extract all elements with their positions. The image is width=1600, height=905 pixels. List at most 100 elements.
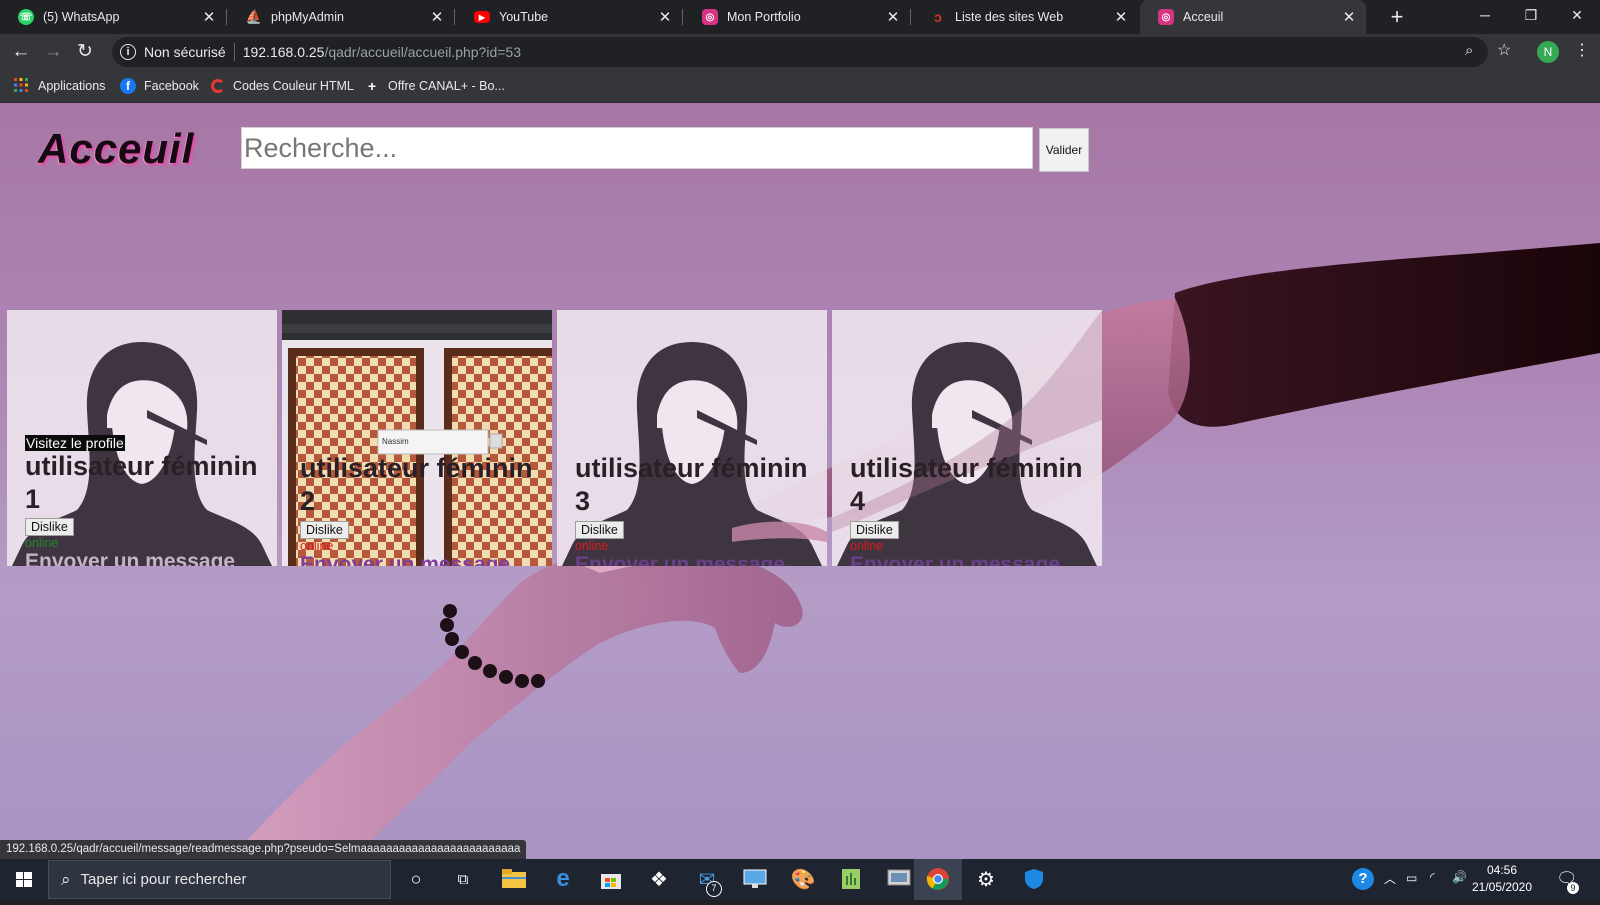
browser-toolbar: ← → ↻ i Non sécurisé 192.168.0.25/qadr/a… (0, 34, 1600, 70)
user-card-4[interactable]: utilisateur féminin 4 Dislike online Env… (832, 310, 1102, 566)
send-message-link[interactable]: Envoyer un message (575, 553, 785, 566)
tab-title: Acceuil (1183, 10, 1224, 24)
bookmark-star-icon[interactable]: ☆ (1497, 40, 1511, 60)
zoom-icon[interactable]: ⌕ (1465, 42, 1473, 59)
send-message-link[interactable]: Envoyer un message (300, 553, 510, 566)
cortana-icon[interactable]: ○ (403, 866, 429, 892)
new-tab-button[interactable]: + (1384, 4, 1410, 30)
dislike-button[interactable]: Dislike (300, 521, 349, 539)
chevron-up-icon[interactable]: ︿ (1384, 870, 1396, 887)
forward-button[interactable]: → (40, 39, 66, 65)
search-input[interactable]: Recherche... (241, 127, 1033, 169)
url-path[interactable]: /qadr/accueil/accueil.php?id=53 (324, 44, 521, 60)
user-name[interactable]: utilisateur féminin 1 (25, 450, 277, 516)
control-panel-icon[interactable] (886, 866, 912, 892)
clock-date: 21/05/2020 (1471, 880, 1533, 894)
tab-title: (5) WhatsApp (43, 10, 120, 24)
user-name[interactable]: utilisateur féminin 3 (575, 452, 827, 518)
online-status: online (25, 536, 59, 550)
wifi-icon[interactable]: ◜ (1430, 870, 1435, 884)
user-card-3[interactable]: utilisateur féminin 3 Dislike online Env… (557, 310, 827, 566)
close-icon[interactable]: ✕ (1338, 8, 1360, 26)
store-icon[interactable] (598, 866, 624, 892)
tab-separator (454, 9, 455, 25)
page-content: Acceuil Recherche... Valider Visitez le … (0, 103, 1600, 859)
phpmyadmin-icon: ⛵ (245, 9, 263, 24)
url-host[interactable]: 192.168.0.25 (243, 44, 325, 60)
bookmarks-bar: Applications f Facebook Codes Couleur HT… (0, 70, 1600, 103)
dropbox-icon[interactable]: ❖ (646, 866, 672, 892)
visit-profile-link[interactable]: Visitez le profile (25, 435, 125, 451)
tab-separator (910, 9, 911, 25)
back-button[interactable]: ← (8, 39, 34, 65)
paint-icon[interactable]: 🎨 (790, 866, 816, 892)
tab-phpmyadmin[interactable]: ⛵ phpMyAdmin ✕ (228, 0, 455, 34)
chess-popup-text: Nassim (382, 437, 409, 446)
tab-strip: ☏ (5) WhatsApp ✕ ⛵ phpMyAdmin ✕ ▶ YouTub… (0, 0, 1600, 34)
security-label[interactable]: Non sécurisé (144, 44, 226, 60)
send-message-link[interactable]: Envoyer un message (850, 553, 1060, 566)
chrome-icon[interactable] (925, 866, 951, 892)
accueil-icon: ◎ (1158, 9, 1174, 25)
search-icon: ⌕ (61, 869, 71, 889)
notes-app-icon[interactable] (838, 866, 864, 892)
submit-button[interactable]: Valider (1039, 128, 1089, 172)
bookmark-label: Codes Couleur HTML (233, 79, 354, 93)
minimize-button[interactable]: ─ (1462, 0, 1508, 32)
dislike-button[interactable]: Dislike (25, 518, 74, 536)
close-icon[interactable]: ✕ (1110, 8, 1132, 26)
bookmark-facebook[interactable]: f Facebook (120, 77, 199, 95)
facebook-icon: f (120, 78, 136, 94)
tab-youtube[interactable]: ▶ YouTube ✕ (456, 0, 683, 34)
windows-logo-icon (16, 872, 32, 887)
site-logo[interactable]: Acceuil (38, 125, 194, 173)
tab-acceuil[interactable]: ◎ Acceuil ✕ (1140, 0, 1366, 34)
tab-liste-sites[interactable]: ↄ Liste des sites Web ✕ (912, 0, 1138, 34)
menu-icon[interactable]: ⋮ (1574, 40, 1590, 60)
reload-button[interactable]: ↻ (72, 39, 98, 65)
battery-icon[interactable]: ▭ (1406, 871, 1417, 885)
tab-portfolio[interactable]: ◎ Mon Portfolio ✕ (684, 0, 911, 34)
start-button[interactable] (0, 859, 48, 900)
taskbar-clock[interactable]: 04:56 21/05/2020 (1462, 862, 1542, 896)
tab-title: Liste des sites Web (955, 10, 1064, 24)
remote-desktop-icon[interactable] (742, 866, 768, 892)
link-status-url: 192.168.0.25/qadr/accueil/message/readme… (0, 840, 527, 859)
bookmark-canal[interactable]: + Offre CANAL+ - Bo... (364, 77, 505, 95)
user-name[interactable]: utilisateur féminin 2 (300, 452, 552, 518)
restore-button[interactable]: ❐ (1508, 0, 1554, 32)
close-icon[interactable]: ✕ (198, 8, 220, 26)
task-view-icon[interactable]: ⧉ (450, 866, 476, 892)
close-icon[interactable]: ✕ (654, 8, 676, 26)
info-icon[interactable]: i (120, 44, 136, 60)
tab-title: Mon Portfolio (727, 10, 801, 24)
dislike-button[interactable]: Dislike (850, 521, 899, 539)
online-status: online (300, 539, 334, 553)
file-explorer-icon[interactable] (501, 866, 527, 892)
close-window-button[interactable]: ✕ (1554, 0, 1600, 32)
online-status: online (575, 539, 609, 553)
user-card-1[interactable]: Visitez le profile utilisateur féminin 1… (7, 310, 277, 566)
close-icon[interactable]: ✕ (426, 8, 448, 26)
clock-time: 04:56 (1486, 863, 1518, 877)
youtube-icon: ▶ (474, 11, 490, 23)
edge-icon[interactable]: e (550, 865, 576, 892)
send-message-link[interactable]: Envoyer un message (25, 550, 235, 566)
user-card-2[interactable]: Nassim utilisateur féminin 2 Dislike onl… (282, 310, 552, 566)
address-bar[interactable]: i Non sécurisé 192.168.0.25/qadr/accueil… (112, 37, 1488, 67)
whatsapp-icon: ☏ (18, 9, 34, 25)
user-name[interactable]: utilisateur féminin 4 (850, 452, 1102, 518)
dislike-button[interactable]: Dislike (575, 521, 624, 539)
taskbar-search[interactable]: ⌕ Taper ici pour rechercher (48, 860, 391, 899)
portfolio-icon: ◎ (702, 9, 718, 25)
help-icon[interactable]: ? (1352, 868, 1374, 890)
defender-shield-icon[interactable] (1021, 866, 1047, 892)
close-icon[interactable]: ✕ (882, 8, 904, 26)
bookmark-codes-couleur[interactable]: Codes Couleur HTML (211, 77, 354, 95)
bookmark-applications[interactable]: Applications (14, 77, 105, 95)
tab-whatsapp[interactable]: ☏ (5) WhatsApp ✕ (0, 0, 227, 34)
settings-gear-icon[interactable]: ⚙ (973, 866, 999, 892)
sites-icon: ↄ (934, 9, 942, 25)
profile-avatar[interactable]: N (1537, 41, 1559, 63)
tab-separator (226, 9, 227, 25)
